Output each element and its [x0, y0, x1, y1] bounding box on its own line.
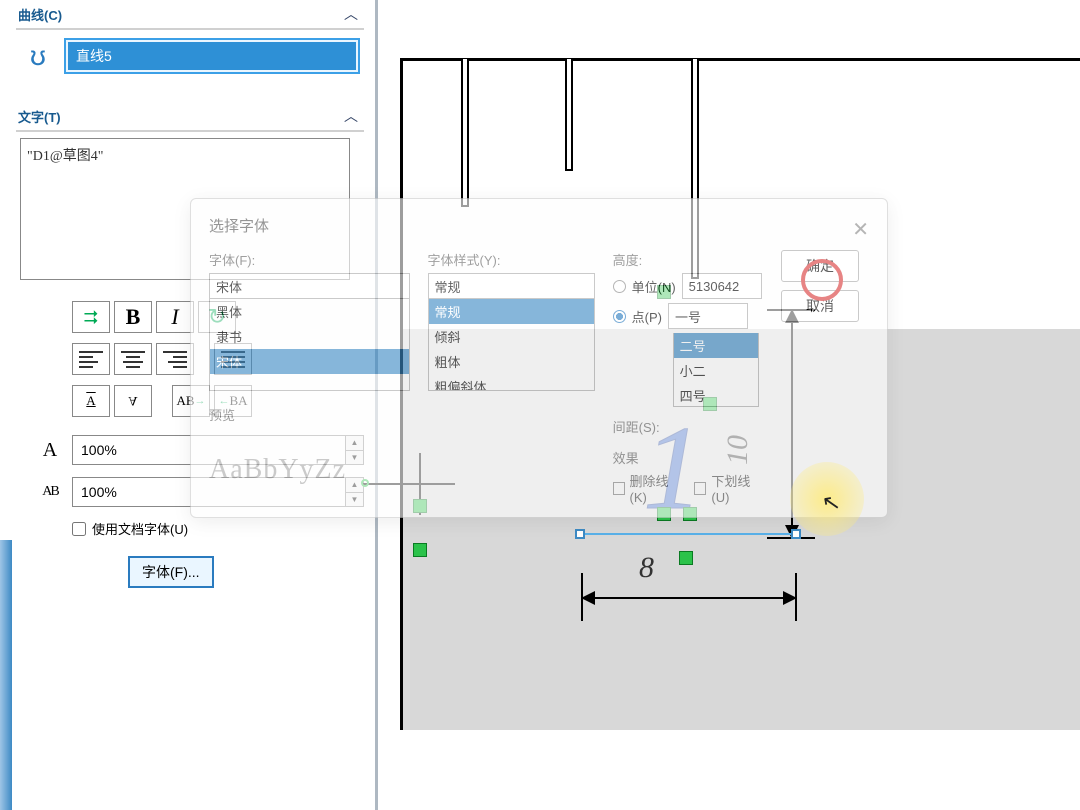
width-icon: A: [36, 439, 64, 462]
text-section-header: 文字(T) ︿: [16, 102, 364, 132]
unit-value-input[interactable]: [682, 273, 762, 299]
curve-header-label: 曲线(C): [18, 5, 62, 24]
selection-line: [579, 533, 797, 535]
bold-button[interactable]: B: [114, 301, 152, 333]
style-label: 字体样式(Y):: [428, 250, 595, 269]
curve-selection-field[interactable]: 直线5: [64, 38, 360, 74]
height-label: 高度:: [613, 250, 763, 269]
use-doc-font-label: 使用文档字体(U): [92, 519, 188, 538]
dim-h-value[interactable]: 8: [639, 551, 654, 585]
unit-radio[interactable]: [613, 280, 626, 293]
curve-section-header: 曲线(C) ︿: [16, 0, 364, 30]
horizontal-dimension[interactable]: [581, 597, 797, 599]
font-name-input[interactable]: [209, 273, 410, 299]
use-doc-font-checkbox[interactable]: [72, 522, 86, 536]
italic-button[interactable]: I: [156, 301, 194, 333]
close-icon[interactable]: ✕: [852, 217, 869, 242]
font-style-input[interactable]: [428, 273, 595, 299]
selection-handle[interactable]: [791, 529, 801, 539]
font-list[interactable]: 黑体 隶书 宋体: [209, 299, 410, 391]
spacing-icon: AB: [36, 484, 64, 500]
chevron-up-icon[interactable]: ︿: [344, 106, 358, 126]
font-label: 字体(F):: [209, 250, 410, 269]
align-right-button[interactable]: [156, 343, 194, 375]
effect-label: 效果: [613, 448, 763, 467]
spacing-label: 间距(S):: [613, 417, 763, 436]
align-center-button[interactable]: [114, 343, 152, 375]
preview-label: 预览: [209, 405, 410, 424]
chevron-up-icon[interactable]: ︿: [344, 4, 358, 24]
align-left-button[interactable]: [72, 343, 110, 375]
flip-a-invert-button[interactable]: A: [114, 385, 152, 417]
link-variable-icon[interactable]: ⮆: [72, 301, 110, 333]
selection-handle[interactable]: [575, 529, 585, 539]
highlight-ring-icon: [801, 259, 843, 301]
strike-checkbox[interactable]: [613, 482, 625, 495]
tab-handle[interactable]: [0, 540, 12, 810]
dialog-title: 选择字体: [209, 215, 869, 236]
preview-text: AaBbYyZz: [209, 454, 410, 486]
text-header-label: 文字(T): [18, 107, 61, 126]
curve-type-icon[interactable]: ʊ: [20, 38, 56, 74]
underline-checkbox[interactable]: [694, 482, 706, 495]
font-dialog-button[interactable]: 字体(F)...: [128, 556, 214, 588]
sketch-node[interactable]: [679, 551, 693, 565]
point-value-input[interactable]: [668, 303, 748, 329]
size-list[interactable]: 二号 小二 四号 小四: [673, 333, 759, 407]
point-radio[interactable]: [613, 310, 626, 323]
curve-selection-value: 直线5: [68, 42, 356, 70]
style-list[interactable]: 常规 倾斜 粗体 粗偏斜体: [428, 299, 595, 391]
font-dialog[interactable]: 选择字体 ✕ 字体(F): 黑体 隶书 宋体 预览 AaBbYyZz 字体样式(…: [190, 198, 888, 518]
flip-a-normal-button[interactable]: A: [72, 385, 110, 417]
